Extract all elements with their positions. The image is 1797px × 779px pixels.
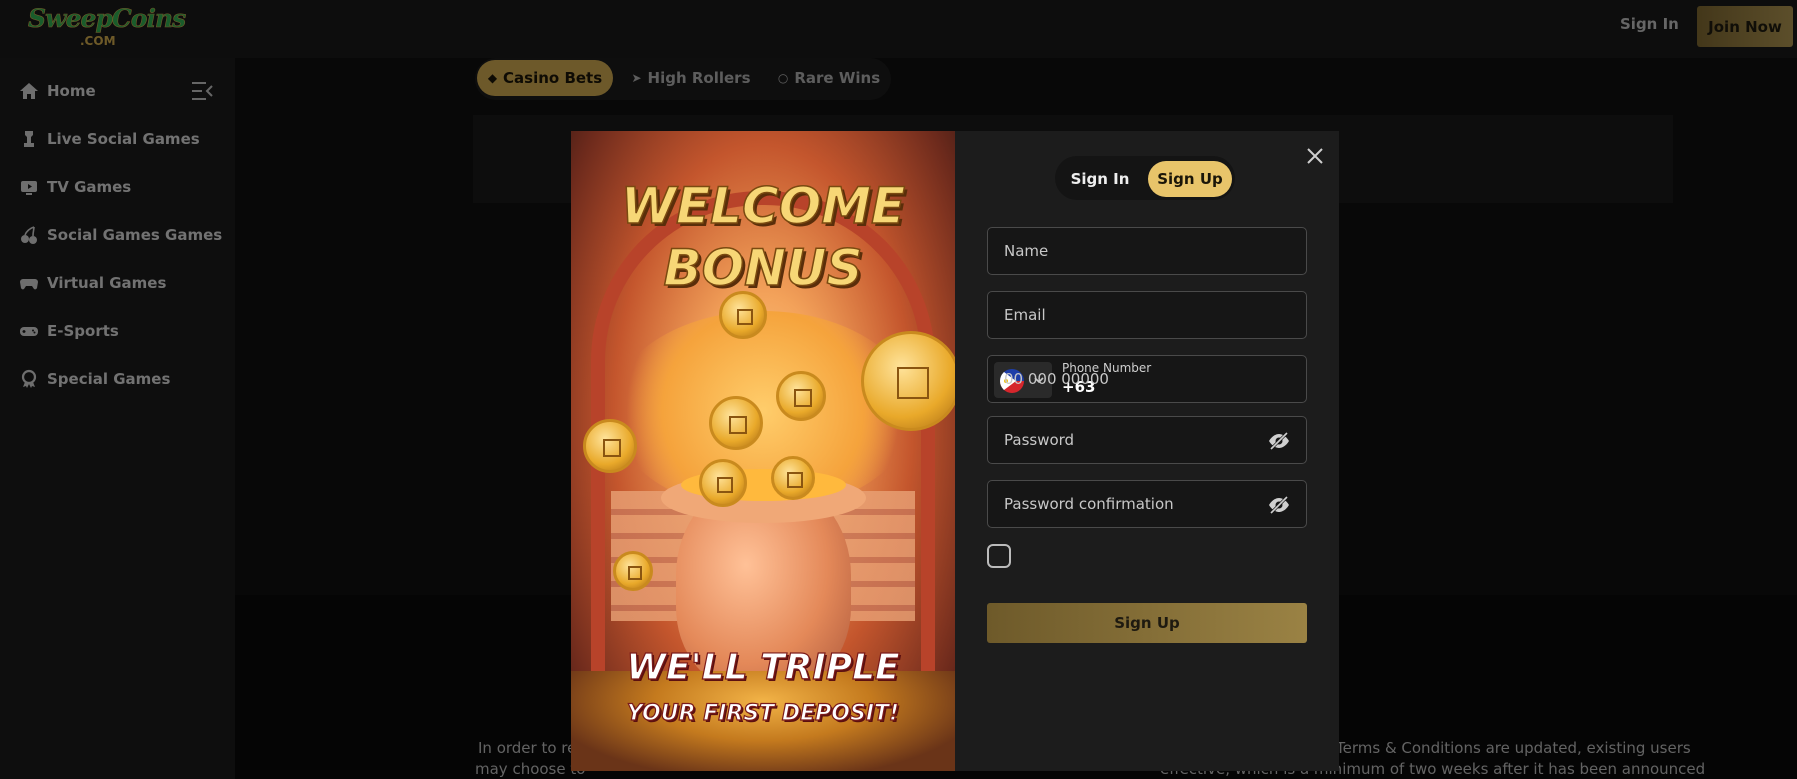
coin-image bbox=[719, 291, 767, 339]
email-input[interactable] bbox=[988, 292, 1306, 338]
name-field[interactable] bbox=[987, 227, 1307, 275]
name-input[interactable] bbox=[988, 228, 1306, 274]
promo-title-line-2: BONUS bbox=[663, 238, 864, 298]
coin-image bbox=[583, 419, 637, 473]
coin-image bbox=[613, 551, 653, 591]
close-icon[interactable] bbox=[1304, 145, 1326, 167]
phone-field[interactable]: Phone Number +63 bbox=[987, 355, 1307, 403]
email-field[interactable] bbox=[987, 291, 1307, 339]
terms-checkbox[interactable] bbox=[987, 544, 1011, 568]
password-confirmation-input[interactable] bbox=[988, 481, 1306, 527]
password-input[interactable] bbox=[988, 417, 1306, 463]
coin-image bbox=[709, 396, 763, 450]
coin-image bbox=[861, 331, 955, 431]
promo-subtitle-line-2: YOUR FIRST DEPOSIT! bbox=[626, 700, 900, 726]
coin-image bbox=[699, 459, 747, 507]
coin-image bbox=[771, 456, 815, 500]
eye-slash-icon[interactable] bbox=[1268, 495, 1290, 515]
welcome-bonus-banner: WELCOME BONUS WE'LL TRIPLE YOUR FIRST DE… bbox=[571, 131, 955, 771]
coin-image bbox=[776, 371, 826, 421]
eye-slash-icon[interactable] bbox=[1268, 431, 1290, 451]
sign-up-submit-button[interactable]: Sign Up bbox=[987, 603, 1307, 643]
promo-subtitle-line-1: WE'LL TRIPLE bbox=[626, 646, 901, 688]
tab-sign-in[interactable]: Sign In bbox=[1060, 161, 1140, 197]
tab-sign-up[interactable]: Sign Up bbox=[1148, 161, 1232, 197]
signup-modal: WELCOME BONUS WE'LL TRIPLE YOUR FIRST DE… bbox=[571, 131, 1339, 771]
promo-title-line-1: WELCOME bbox=[620, 176, 906, 236]
password-field[interactable] bbox=[987, 416, 1307, 464]
phone-input[interactable] bbox=[988, 356, 1306, 402]
password-confirmation-field[interactable] bbox=[987, 480, 1307, 528]
